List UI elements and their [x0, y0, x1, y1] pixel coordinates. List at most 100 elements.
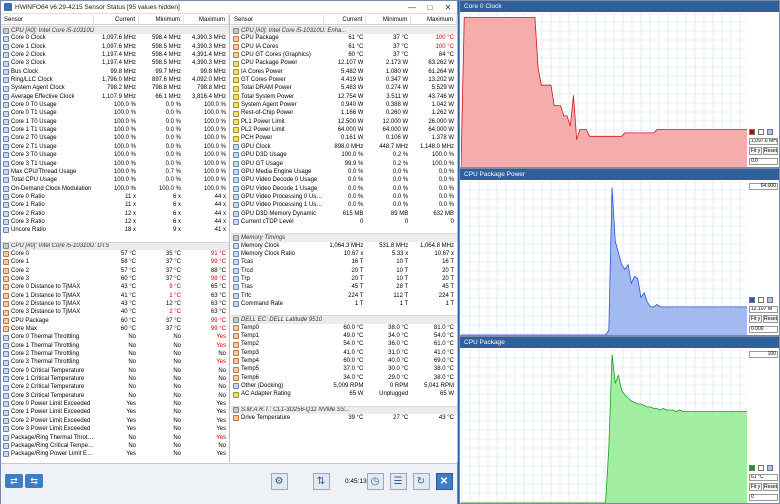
sensor-row[interactable]: Core 2 Thermal Throttling No No No: [1, 350, 229, 358]
column-maximum[interactable]: Maximum: [184, 15, 229, 24]
sensor-row[interactable]: System Agent Power 0.940 W 0.388 W 1.042 W: [231, 101, 457, 109]
sensor-row[interactable]: Core 3 T0 Usage 100.0 % 0.0 % 100.0 %: [1, 151, 229, 159]
sensor-row[interactable]: Core 1 58 °C 37 °C 99 °C: [1, 258, 229, 266]
sensor-row[interactable]: GPU Video Decode 0 Usage 0.0 % 0.0 % 0.0 %: [231, 176, 457, 184]
sensor-row[interactable]: Total System Power 12.754 W 3.511 W 43.746 …: [231, 93, 457, 101]
sensor-group-header[interactable]: S.M.A.R.T.: CL1-3D256-Q11 NVMe SS...: [231, 405, 457, 415]
sensor-row[interactable]: GPU GT Usage 99.9 % 0.2 % 100.0 %: [231, 160, 457, 168]
sensor-group-header[interactable]: Memory Timings: [231, 233, 457, 242]
sensor-row[interactable]: Tcas 16 T 10 T 16 T: [231, 258, 457, 266]
sensor-row[interactable]: Core 2 57 °C 37 °C 88 °C: [1, 267, 229, 275]
sensor-row[interactable]: CPU Package Power 12.107 W 2.173 W 63.262 W: [231, 59, 457, 67]
sensor-row[interactable]: GPU Media Engine Usage 0.0 % 0.0 % 0.0 %: [231, 168, 457, 176]
sensor-row[interactable]: Core 1 T0 Usage 100.0 % 0.0 % 100.0 %: [1, 118, 229, 126]
sensor-row[interactable]: Temp2 54.0 °C 36.0 °C 61.0 °C: [231, 340, 457, 348]
sensor-row[interactable]: Core 1 T1 Usage 100.0 % 0.0 % 100.0 %: [1, 126, 229, 134]
sensor-row[interactable]: Bus Clock 99.8 MHz 99.7 MHz 99.8 MHz: [1, 68, 229, 76]
sensor-row[interactable]: GPU Video Processing 0 Usage 0.0 % 0.0 % 0.…: [231, 193, 457, 201]
sensor-row[interactable]: Total DRAM Power 5.483 W 0.274 W 5.529 W: [231, 84, 457, 92]
sensor-row[interactable]: Core 2 Critical Temperature No No No: [1, 383, 229, 391]
sensor-row[interactable]: Memory Clock Ratio 10.67 x 5.33 x 10.67 x: [231, 250, 457, 258]
column-minimum[interactable]: Minimum: [366, 15, 412, 24]
sensor-row[interactable]: Package/Ring Power Limit Exceeded Yes No Ye…: [1, 450, 229, 458]
sensor-row[interactable]: Core 0 T0 Usage 100.0 % 0.0 % 100.0 %: [1, 101, 229, 109]
sensor-row[interactable]: Core 2 Power Limit Exceeded Yes No Yes: [1, 417, 229, 425]
sensor-row[interactable]: GPU D3D Usage 100.0 % 0.2 % 100.0 %: [231, 151, 457, 159]
sensor-group-header[interactable]: DELL EC: DELL Latitude 9510: [231, 315, 457, 324]
color-swatch[interactable]: [767, 297, 773, 303]
reset-min-max-button[interactable]: ↻: [411, 472, 431, 490]
sensor-row[interactable]: Core 1 Distance to TjMAX 41 °C 1 °C 63 °C: [1, 292, 229, 300]
reset-graph-button[interactable]: Reset: [763, 483, 778, 491]
sensor-row[interactable]: Temp3 41.0 °C 31.0 °C 41.0 °C: [231, 349, 457, 357]
sensor-row[interactable]: Total CPU Usage 100.0 % 0.0 % 100.0 %: [1, 176, 229, 184]
column-sensor[interactable]: Sensor: [1, 15, 94, 24]
sensor-row[interactable]: Core 2 Clock 1,197.4 MHz 598.4 MHz 4,391.4 …: [1, 51, 229, 59]
configure-button[interactable]: ⚙: [269, 472, 289, 490]
sensor-row[interactable]: GT Cores Power 4.419 W 0.347 W 13.202 W: [231, 76, 457, 84]
navigate-left-button[interactable]: ⇄: [4, 472, 24, 490]
sensor-row[interactable]: CPU Package 60 °C 37 °C 99 °C: [1, 317, 229, 325]
sensor-row[interactable]: AC Adapter Rating 65 W Unplugged 65 W: [231, 390, 457, 398]
column-sensor[interactable]: Sensor: [231, 15, 324, 24]
sensor-row[interactable]: Core 0 T1 Usage 100.0 % 0.0 % 100.0 %: [1, 109, 229, 117]
column-current[interactable]: Current: [324, 15, 367, 24]
column-minimum[interactable]: Minimum: [139, 15, 184, 24]
sensor-row[interactable]: Core 0 Distance to TjMAX 43 °C 9 °C 65 °C: [1, 283, 229, 291]
sensor-group-header[interactable]: CPU [#0]: Intel Core i5-10310U: Enha...: [231, 26, 457, 35]
sensor-row[interactable]: GPU Clock 898.0 MHz 448.7 MHz 1,148.0 MHz: [231, 143, 457, 151]
sensor-row[interactable]: Temp5 37.0 °C 30.0 °C 38.0 °C: [231, 365, 457, 373]
sensor-row[interactable]: Core 0 Clock 1,097.6 MHz 598.4 MHz 4,390.3 …: [1, 34, 229, 42]
maximize-button[interactable]: □: [421, 1, 439, 14]
sensor-row[interactable]: Memory Clock 1,064.3 MHz 531.8 MHz 1,064.8 …: [231, 242, 457, 250]
sensor-row[interactable]: Core 0 Power Limit Exceeded Yes No Yes: [1, 400, 229, 408]
column-maximum[interactable]: Maximum: [411, 15, 457, 24]
color-swatch[interactable]: [749, 465, 755, 471]
clock-button[interactable]: ◷: [365, 472, 385, 490]
sensor-row[interactable]: Temp4 60.0 °C 40.0 °C 69.0 °C: [231, 357, 457, 365]
sensor-row[interactable]: Tras 45 T 28 T 45 T: [231, 283, 457, 291]
sensor-row[interactable]: Average Effective Clock 1,107.9 MHz 66.1 M…: [1, 93, 229, 101]
sensor-row[interactable]: CPU Package 61 °C 37 °C 100 °C: [231, 34, 457, 42]
sensor-row[interactable]: Core 3 Distance to TjMAX 40 °C 2 °C 63 °C: [1, 308, 229, 316]
sensor-row[interactable]: Core 3 Ratio 12 x 6 x 44 x: [1, 218, 229, 226]
fit-y-button[interactable]: Fit y: [749, 315, 762, 323]
sensor-row[interactable]: Drive Temperature 39 °C 27 °C 43 °C: [231, 414, 457, 422]
sensor-row[interactable]: Ring/LLC Clock 1,796.0 MHz 897.6 MHz 4,092.…: [1, 76, 229, 84]
sensor-row[interactable]: Core 1 Clock 1,097.6 MHz 598.5 MHz 4,390.3 …: [1, 43, 229, 51]
sensor-row[interactable]: Core 0 Thermal Throttling No No Yes: [1, 333, 229, 341]
sensor-row[interactable]: Package/Ring Thermal Throttling No No Yes: [1, 434, 229, 442]
sensor-row[interactable]: Core 0 Ratio 11 x 6 x 44 x: [1, 193, 229, 201]
sensor-row[interactable]: Core 3 60 °C 37 °C 98 °C: [1, 275, 229, 283]
color-swatch[interactable]: [758, 129, 764, 135]
close-button[interactable]: ✕: [439, 1, 457, 14]
color-swatch[interactable]: [749, 297, 755, 303]
fit-y-button[interactable]: Fit y: [749, 147, 762, 155]
sensor-row[interactable]: PL1 Power Limit 12.500 W 12.000 W 26.000 W: [231, 118, 457, 126]
sensor-row[interactable]: Core 3 Thermal Throttling No No Yes: [1, 358, 229, 366]
sensor-row[interactable]: On-Demand Clock Modulation 100.0 % 100.0 %…: [1, 185, 229, 193]
logging-button[interactable]: ☰: [388, 472, 408, 490]
sensor-group-header[interactable]: CPU [#0]: Intel Core i5-10310U: [1, 26, 229, 35]
sensor-row[interactable]: Core 3 T1 Usage 100.0 % 0.0 % 100.0 %: [1, 160, 229, 168]
sensor-row[interactable]: Uncore Ratio 18 x 9 x 41 x: [1, 226, 229, 234]
sensor-row[interactable]: System Agent Clock 798.2 MHz 798.8 MHz 798.…: [1, 84, 229, 92]
color-swatch[interactable]: [758, 297, 764, 303]
sensor-row[interactable]: CPU GT Cores (Graphics) 60 °C 37 °C 84 °C: [231, 51, 457, 59]
reset-graph-button[interactable]: Reset: [763, 315, 778, 323]
sensor-row[interactable]: Core Max 60 °C 37 °C 99 °C: [1, 325, 229, 333]
network-button[interactable]: ⇅: [311, 472, 331, 490]
sensor-row[interactable]: Core 0 Critical Temperature No No No: [1, 367, 229, 375]
sensor-row[interactable]: Max CPU/Thread Usage 100.0 % 0.7 % 100.0 %: [1, 168, 229, 176]
sensor-row[interactable]: Temp1 49.0 °C 34.0 °C 54.0 °C: [231, 332, 457, 340]
graph-window[interactable]: Core 0 Clock 1,097.6 MHz Fit y Reset 0.0: [459, 0, 780, 168]
sensor-row[interactable]: CPU IA Cores 61 °C 37 °C 100 °C: [231, 43, 457, 51]
sensor-row[interactable]: Trfc 224 T 112 T 224 T: [231, 292, 457, 300]
sensor-row[interactable]: Core 0 57 °C 35 °C 91 °C: [1, 250, 229, 258]
sensor-row[interactable]: GPU Video Decode 1 Usage 0.0 % 0.0 % 0.0 %: [231, 185, 457, 193]
sensor-row[interactable]: PL2 Power Limit 64.000 W 64.000 W 64.000 W: [231, 126, 457, 134]
sensor-row[interactable]: GPU Video Processing 1 Usage 0.0 % 0.0 % 0.…: [231, 201, 457, 209]
sensor-row[interactable]: Core 3 Critical Temperature No No No: [1, 392, 229, 400]
sensor-row[interactable]: Core 2 T1 Usage 100.0 % 0.0 % 100.0 %: [1, 143, 229, 151]
sensor-row[interactable]: Core 1 Thermal Throttling No No Yes: [1, 342, 229, 350]
